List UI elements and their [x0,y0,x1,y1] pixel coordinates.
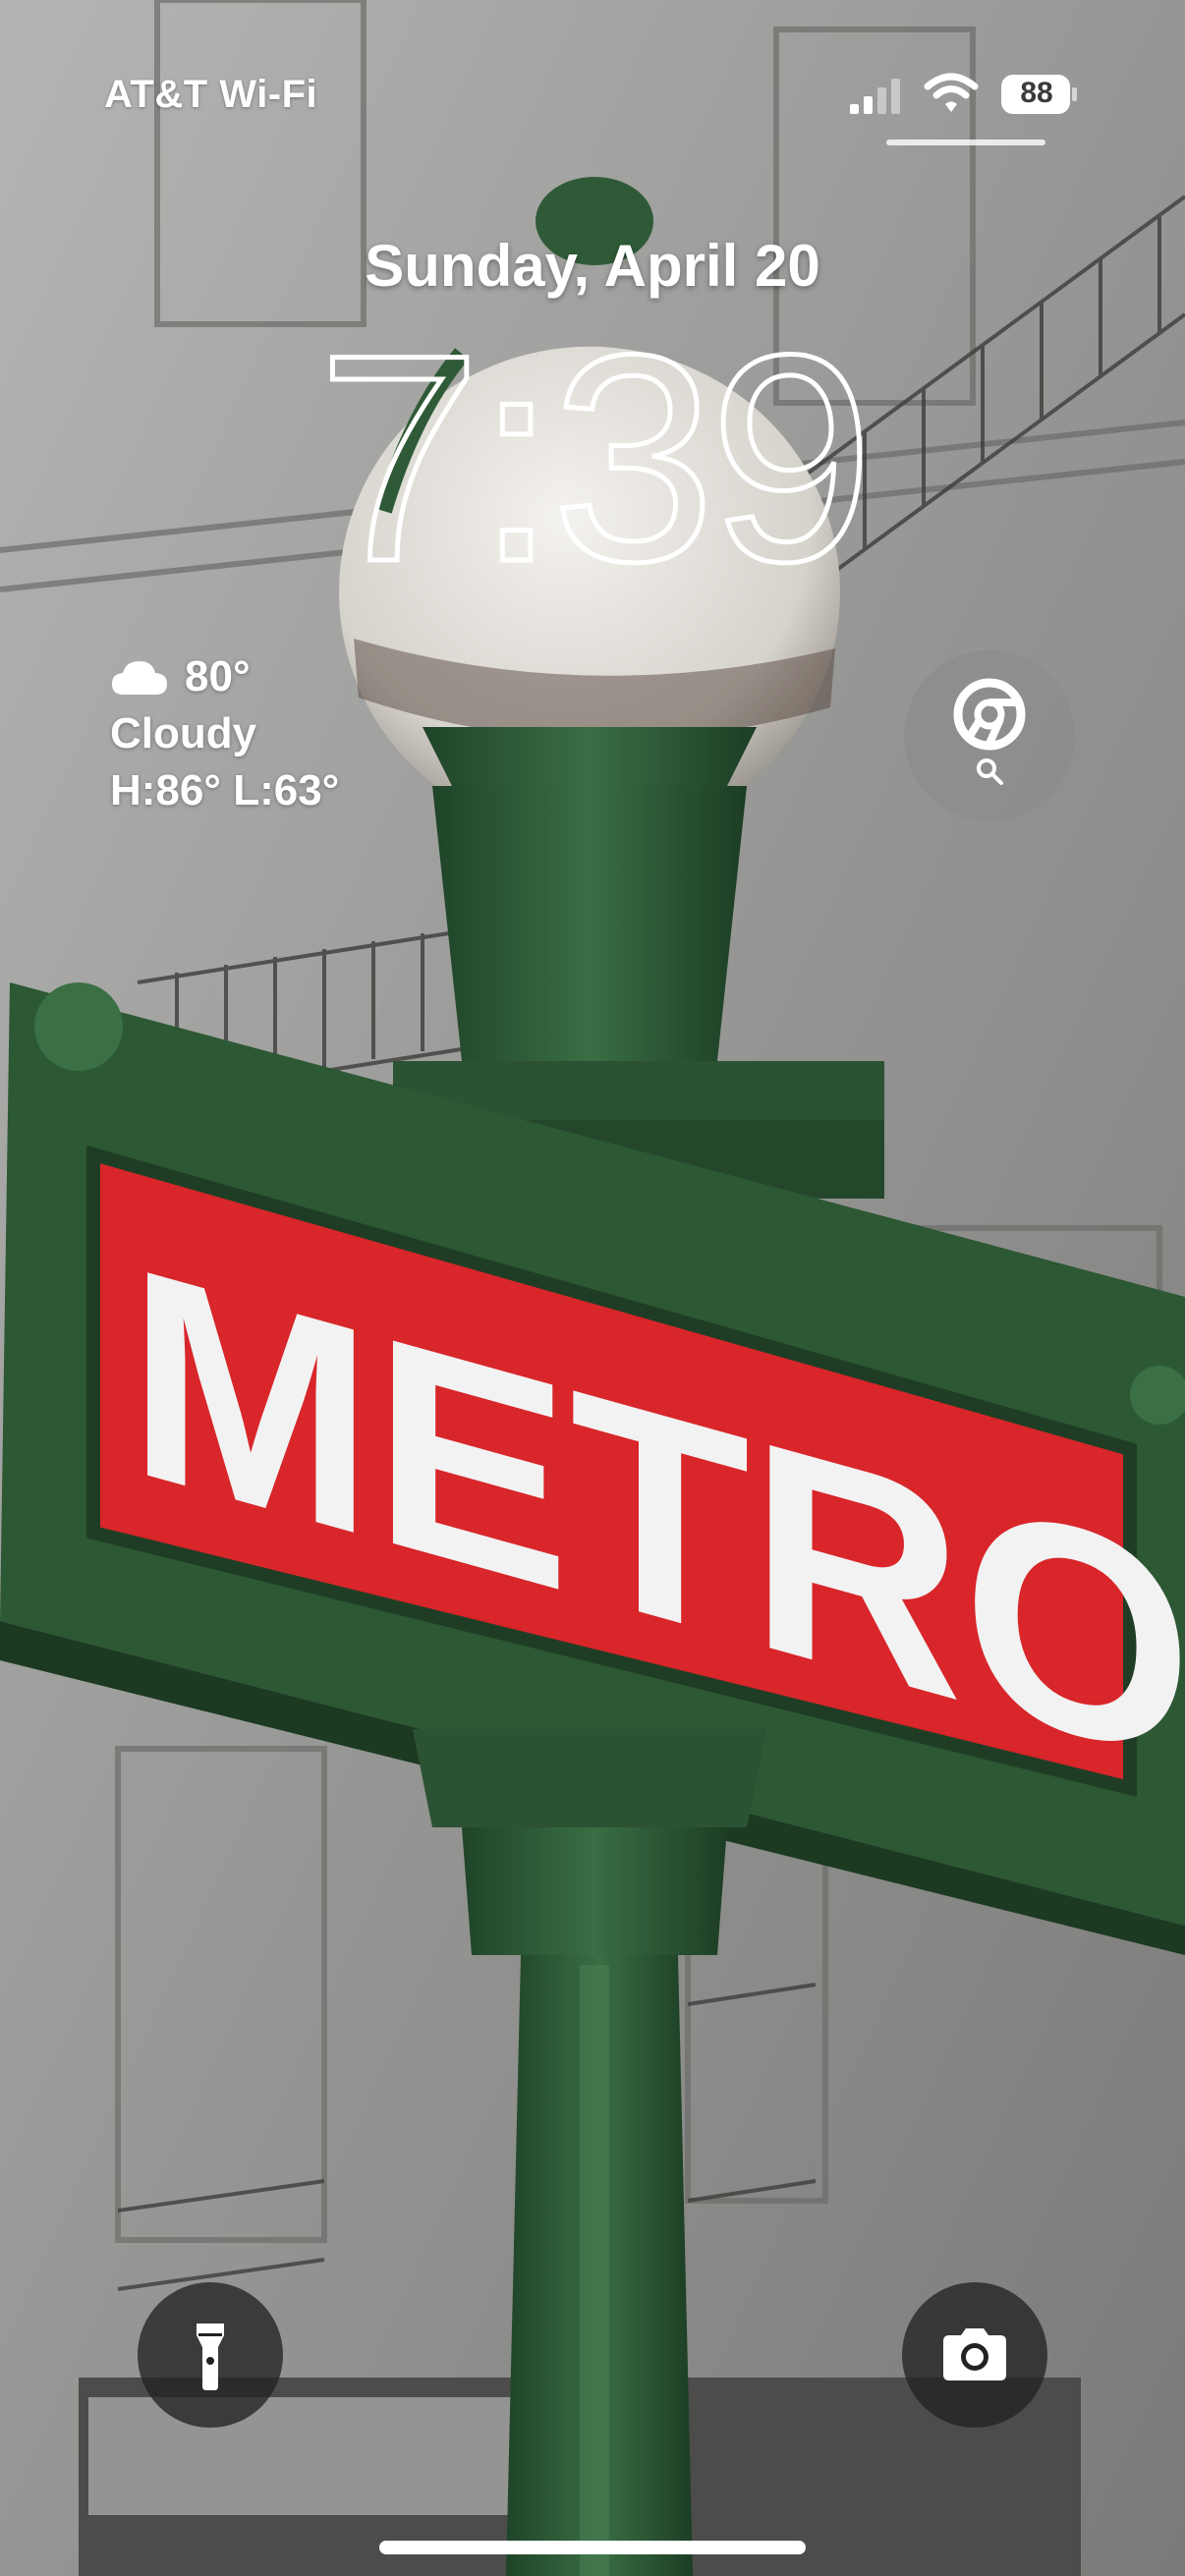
wifi-icon [924,73,979,112]
cloud-icon [112,661,167,695]
weather-condition: Cloudy [110,709,257,757]
camera-icon [943,2328,1006,2380]
flashlight-icon [197,2324,224,2390]
carrier-label: AT&T Wi-Fi [104,73,318,116]
control-center-indicator[interactable] [886,140,1045,145]
lock-screen-date: Sunday, April 20 [365,233,820,299]
cellular-signal-icon [850,79,900,114]
search-icon [977,758,1003,785]
weather-temperature: 80° [185,652,251,700]
status-bar: AT&T Wi-Fi 88 [0,0,1185,157]
svg-text:7:39: 7:39 [317,295,868,589]
chrome-icon [953,678,1026,751]
flashlight-button[interactable] [138,2282,283,2428]
weather-widget[interactable]: 80° Cloudy H:86° L:63° [110,648,339,819]
chrome-search-widget[interactable] [904,650,1075,821]
lock-screen-clock: 7:39 [315,295,876,589]
camera-button[interactable] [902,2282,1047,2428]
weather-high-low: H:86° L:63° [110,766,340,814]
home-indicator[interactable] [379,2541,806,2554]
battery-percent: 88 [1020,77,1053,109]
